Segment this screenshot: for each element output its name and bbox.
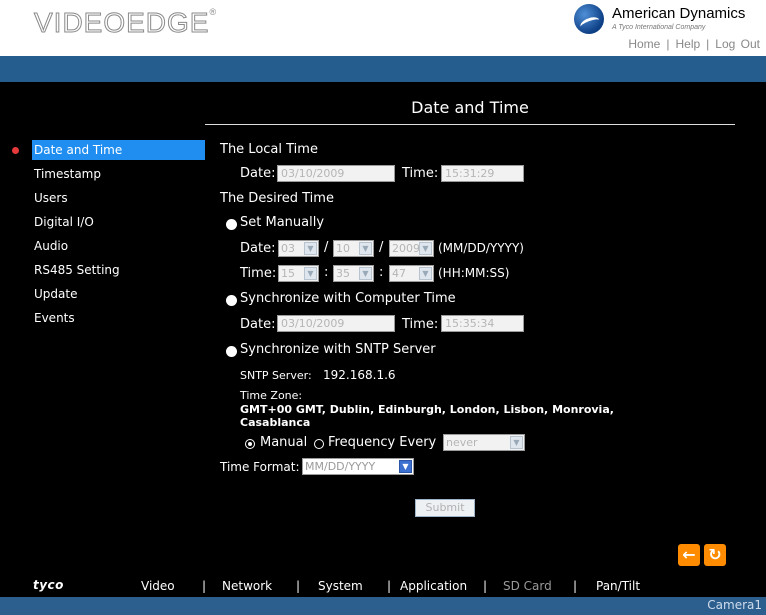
help-link[interactable]: Help xyxy=(675,37,700,51)
time-zone-value-line2: Casablanca xyxy=(240,416,311,429)
date-format-hint: (MM/DD/YYYY) xyxy=(438,241,524,255)
manual-option-label: Manual xyxy=(260,435,308,450)
header-bar xyxy=(0,56,766,82)
sync-computer-label: Synchronize with Computer Time xyxy=(240,291,456,306)
sntp-server-label: SNTP Server: xyxy=(240,369,312,382)
time-format-select[interactable]: MM/DD/YYYY ▼ xyxy=(302,458,414,475)
american-dynamics-logo-icon xyxy=(574,4,604,34)
header: VIDEOEDGE® American Dynamics A Tyco Inte… xyxy=(0,0,766,56)
computer-date-field: 03/10/2009 xyxy=(277,315,395,332)
month-select[interactable]: 03 ▼ xyxy=(278,240,319,257)
footer-separator: | xyxy=(202,579,207,593)
footer-item-application[interactable]: Application xyxy=(400,579,467,593)
home-link[interactable]: Home xyxy=(628,37,660,51)
sidebar-item-rs485-setting[interactable]: RS485 Setting xyxy=(32,260,120,280)
camera-name: Camera1 xyxy=(707,598,762,612)
set-manually-label: Set Manually xyxy=(240,215,325,230)
manual-time-label: Time: xyxy=(240,266,277,281)
chevron-down-icon: ▼ xyxy=(359,242,372,255)
videoedge-logo: VIDEOEDGE® xyxy=(33,7,218,39)
footer-item-network[interactable]: Network xyxy=(222,579,272,593)
minute-value: 35 xyxy=(336,267,350,280)
chevron-down-icon: ▼ xyxy=(359,267,372,280)
local-time-field: 15:31:29 xyxy=(441,165,524,182)
sntp-server-value: 192.168.1.6 xyxy=(323,368,396,382)
submit-button[interactable]: Submit xyxy=(415,499,475,517)
frequency-value: never xyxy=(446,436,478,449)
footer-separator: | xyxy=(296,579,301,593)
desired-time-heading: The Desired Time xyxy=(220,191,334,206)
chevron-down-icon: ▼ xyxy=(419,267,432,280)
top-links: Home | Help | Log Out xyxy=(628,37,760,51)
footer-separator: | xyxy=(573,579,578,593)
chevron-down-icon: ▼ xyxy=(304,242,317,255)
time-format-label: Time Format: xyxy=(220,460,300,474)
brand-subtitle: A Tyco International Company xyxy=(612,24,706,31)
brand-name: American Dynamics xyxy=(612,5,746,22)
time-zone-label: Time Zone: xyxy=(240,389,303,402)
minute-select[interactable]: 35 ▼ xyxy=(333,265,374,282)
time-format-hint: (HH:MM:SS) xyxy=(438,266,510,280)
day-value: 10 xyxy=(336,242,350,255)
chevron-down-icon: ▼ xyxy=(510,436,523,449)
logout-link[interactable]: Log Out xyxy=(715,37,760,51)
frequency-select[interactable]: never ▼ xyxy=(443,434,525,451)
footer-item-pan-tilt[interactable]: Pan/Tilt xyxy=(596,579,640,593)
year-select[interactable]: 2009 ▼ xyxy=(389,240,434,257)
page-title: Date and Time xyxy=(411,98,529,117)
sidebar-item-audio[interactable]: Audio xyxy=(32,236,68,256)
footer-item-sd-card: SD Card xyxy=(503,579,552,593)
active-indicator-icon xyxy=(12,147,19,154)
month-value: 03 xyxy=(281,242,295,255)
title-divider xyxy=(205,124,735,125)
date-separator: / xyxy=(324,240,329,255)
chevron-down-icon: ▼ xyxy=(399,460,412,473)
footer-separator: | xyxy=(483,579,488,593)
local-date-field: 03/10/2009 xyxy=(277,165,395,182)
time-zone-value-line1: GMT+00 GMT, Dublin, Edinburgh, London, L… xyxy=(240,403,614,416)
time-format-value: MM/DD/YYYY xyxy=(305,460,376,473)
footer-separator: | xyxy=(387,579,392,593)
footer-item-system[interactable]: System xyxy=(318,579,363,593)
local-time-heading: The Local Time xyxy=(220,142,318,157)
refresh-icon[interactable]: ↻ xyxy=(704,544,726,566)
local-time-label: Time: xyxy=(402,166,439,181)
frequency-option-label: Frequency Every xyxy=(328,435,437,450)
hour-select[interactable]: 15 ▼ xyxy=(278,265,319,282)
computer-date-label: Date: xyxy=(240,317,276,332)
manual-date-label: Date: xyxy=(240,241,276,256)
sidebar-item-events[interactable]: Events xyxy=(32,308,75,328)
sidebar-item-users[interactable]: Users xyxy=(32,188,68,208)
hour-value: 15 xyxy=(281,267,295,280)
sync-computer-radio[interactable] xyxy=(226,295,237,306)
sidebar-item-timestamp[interactable]: Timestamp xyxy=(32,164,101,184)
year-value: 2009 xyxy=(392,242,420,255)
time-separator: : xyxy=(379,265,384,280)
sync-sntp-radio[interactable] xyxy=(226,346,237,357)
frequency-option-radio[interactable] xyxy=(314,439,324,449)
sidebar-item-update[interactable]: Update xyxy=(32,284,77,304)
time-separator: : xyxy=(324,265,329,280)
footer-item-video[interactable]: Video xyxy=(141,579,175,593)
set-manually-radio[interactable] xyxy=(226,219,237,230)
sidebar-item-date-and-time[interactable]: Date and Time xyxy=(32,140,205,160)
status-bar: Camera1 xyxy=(0,597,766,615)
chevron-down-icon: ▼ xyxy=(304,267,317,280)
sidebar-item-digital-io[interactable]: Digital I/O xyxy=(32,212,94,232)
back-arrow-icon[interactable]: ← xyxy=(678,544,700,566)
second-value: 47 xyxy=(392,267,406,280)
day-select[interactable]: 10 ▼ xyxy=(333,240,374,257)
sync-sntp-label: Synchronize with SNTP Server xyxy=(240,342,436,357)
computer-time-field: 15:35:34 xyxy=(441,315,524,332)
second-select[interactable]: 47 ▼ xyxy=(389,265,434,282)
footer-nav: tyco Video | Network | System | Applicat… xyxy=(0,575,766,597)
chevron-down-icon: ▼ xyxy=(419,242,432,255)
computer-time-label: Time: xyxy=(402,317,439,332)
tyco-logo: tyco xyxy=(33,578,64,592)
local-date-label: Date: xyxy=(240,166,276,181)
date-separator: / xyxy=(379,240,384,255)
manual-option-radio[interactable] xyxy=(245,439,255,449)
